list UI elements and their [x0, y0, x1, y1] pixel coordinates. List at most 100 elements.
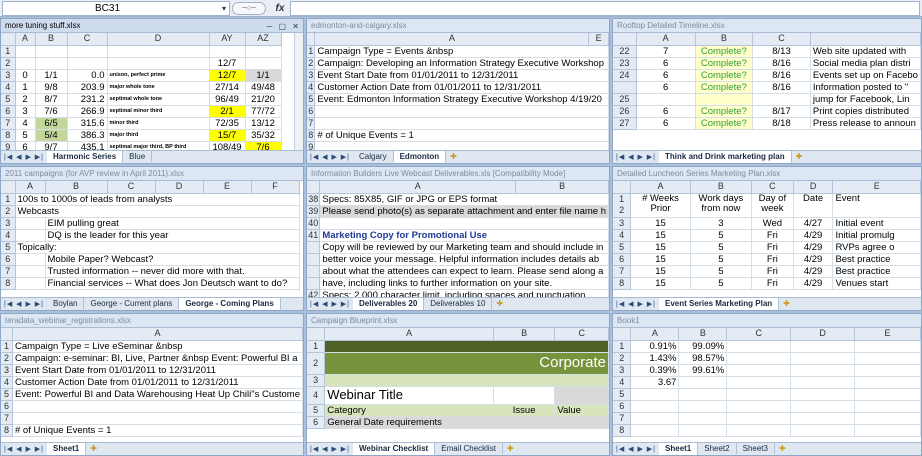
window-title-bar[interactable]: more tuning stuff.xlsx ─ ▢ ✕: [1, 19, 303, 33]
sheet-nav-arrows[interactable]: |◀ ◀ ▶ ▶|: [613, 444, 659, 455]
row-header[interactable]: 5: [307, 404, 326, 417]
row-header[interactable]: 4: [307, 386, 326, 405]
row-header[interactable]: 8: [1, 277, 16, 290]
cell[interactable]: [752, 93, 811, 106]
cell[interactable]: [107, 45, 210, 58]
row-header[interactable]: 2: [307, 352, 326, 375]
cell[interactable]: major whole tone: [107, 81, 210, 94]
row-header[interactable]: 4: [1, 81, 16, 94]
cell[interactable]: 6: [636, 69, 696, 82]
cell[interactable]: [15, 229, 46, 242]
column-header[interactable]: C: [726, 328, 792, 341]
insert-sheet-icon[interactable]: ✚: [779, 298, 794, 309]
cell[interactable]: [678, 400, 728, 413]
row-header[interactable]: 3: [307, 374, 326, 387]
vertical-scrollbar[interactable]: [294, 33, 303, 150]
sheet-nav-arrows[interactable]: |◀ ◀ ▶ ▶|: [307, 299, 353, 310]
row-header[interactable]: 26: [613, 105, 637, 118]
column-header[interactable]: AY: [209, 33, 246, 46]
cell[interactable]: [854, 376, 921, 389]
cell[interactable]: [630, 412, 680, 425]
cell[interactable]: [726, 352, 792, 365]
column-header[interactable]: A: [630, 181, 691, 194]
row-header[interactable]: 40: [307, 217, 321, 230]
sheet-tab[interactable]: Edmonton: [393, 151, 447, 163]
cell[interactable]: [854, 412, 921, 425]
column-header[interactable]: B: [678, 328, 728, 341]
row-header[interactable]: 5: [1, 93, 16, 106]
cell[interactable]: Financial services -- What does Jon Deut…: [45, 277, 300, 290]
row-header[interactable]: 7: [613, 412, 632, 425]
row-header[interactable]: 7: [1, 117, 16, 130]
cell[interactable]: 108/49: [209, 141, 246, 150]
cell[interactable]: 4/27: [793, 217, 834, 230]
cell[interactable]: Campaign: e-seminar: BI, Live, Partner &…: [12, 352, 303, 365]
row-header[interactable]: [307, 241, 321, 254]
cell[interactable]: [15, 57, 36, 70]
window-controls[interactable]: ─ ▢ ✕: [267, 20, 301, 32]
cell[interactable]: [630, 400, 680, 413]
column-header[interactable]: B: [493, 328, 556, 341]
cell[interactable]: [319, 217, 609, 230]
cell[interactable]: Specs: 2,000 character limit, including …: [319, 289, 609, 297]
cell[interactable]: [35, 57, 68, 70]
column-header[interactable]: F: [251, 181, 300, 194]
row-header[interactable]: 5: [613, 241, 632, 254]
row-header[interactable]: [307, 277, 321, 290]
cell[interactable]: [678, 424, 728, 437]
column-header[interactable]: B: [695, 33, 754, 46]
workbook-window-luncheon-series[interactable]: Detailed Luncheon Series Marketing Plan.…: [612, 166, 922, 311]
sheet-tab[interactable]: Sheet3: [737, 443, 775, 454]
sheet-grid[interactable]: A B C D AY AZ 1 2 12/7 3 0 1/1 0.0 unison, perfect pr…: [1, 33, 293, 150]
cell[interactable]: Please send photo(s) as separate attachm…: [319, 205, 609, 218]
row-header[interactable]: 6: [1, 105, 16, 118]
cell[interactable]: 6/5: [35, 117, 68, 130]
cell[interactable]: [554, 386, 609, 405]
cell[interactable]: 6: [636, 105, 696, 118]
cell[interactable]: Fri: [751, 241, 794, 254]
cell[interactable]: minor third: [107, 117, 210, 130]
cell[interactable]: Initial event: [832, 217, 921, 230]
formula-input[interactable]: [290, 1, 920, 16]
cell[interactable]: septimal whole tone: [107, 93, 210, 106]
cell[interactable]: Fri: [751, 265, 794, 278]
row-header[interactable]: 23: [613, 57, 637, 70]
corner-cell[interactable]: [307, 328, 326, 341]
insert-sheet-icon[interactable]: ✚: [792, 151, 807, 162]
sheet-nav-arrows[interactable]: |◀ ◀ ▶ ▶|: [1, 299, 47, 310]
cell[interactable]: 1: [15, 81, 36, 94]
cell[interactable]: 15: [630, 265, 691, 278]
cell[interactable]: [790, 364, 856, 377]
row-header[interactable]: 2: [307, 57, 316, 70]
column-header[interactable]: E: [832, 181, 921, 194]
cell[interactable]: Information posted to ": [810, 81, 921, 94]
name-box-dropdown-icon[interactable]: ▾: [222, 2, 226, 15]
cell[interactable]: [790, 412, 856, 425]
row-header[interactable]: 5: [307, 93, 316, 106]
row-header[interactable]: 4: [1, 229, 16, 242]
corner-cell[interactable]: [613, 328, 632, 341]
cell[interactable]: [854, 400, 921, 413]
category-header[interactable]: Category: [324, 404, 494, 417]
row-header[interactable]: 9: [1, 141, 16, 150]
cell[interactable]: Campaign Type = Events &nbsp: [314, 45, 609, 58]
column-header[interactable]: AZ: [245, 33, 282, 46]
column-header[interactable]: A: [630, 328, 680, 341]
cell[interactable]: 99.61%: [678, 364, 728, 377]
window-title-bar[interactable]: Rooftop Detailed Timeline.xlsx: [613, 19, 921, 33]
cell[interactable]: 4/29: [793, 277, 834, 290]
cell[interactable]: 15: [630, 277, 691, 290]
corner-cell[interactable]: [307, 181, 321, 194]
sheet-grid[interactable]: A E 1 Campaign Type = Events &nbsp 2 Campaign…: [307, 33, 609, 150]
corner-cell[interactable]: [307, 33, 316, 46]
row-header[interactable]: 3: [613, 364, 632, 377]
cell[interactable]: 98.57%: [678, 352, 728, 365]
cell[interactable]: 5: [15, 129, 36, 142]
cell[interactable]: about what the attendees can expect to l…: [319, 265, 609, 278]
general-requirements-cell[interactable]: General Date requirements: [324, 416, 609, 429]
cell[interactable]: septimal major third, BP third: [107, 141, 210, 150]
cell[interactable]: [314, 117, 609, 130]
cell[interactable]: [854, 424, 921, 437]
sheet-grid[interactable]: A B C D E 1 0.91% 99.09% 2 1.43% 98.57% 3 0.39% 99.61…: [613, 328, 921, 442]
cell[interactable]: 4: [15, 117, 36, 130]
